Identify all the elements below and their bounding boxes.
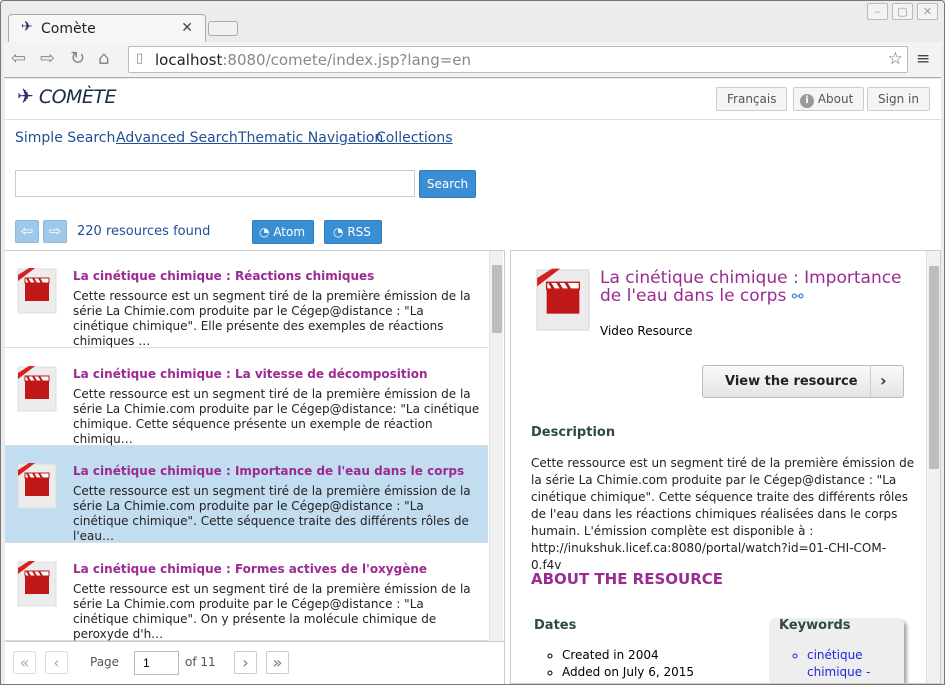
tab-title: Comète (41, 21, 96, 37)
results-scrollbar[interactable] (489, 251, 503, 641)
url-host: localhost (155, 51, 223, 69)
minimize-button[interactable]: – (867, 3, 888, 20)
result-description: Cette ressource est un segment tiré de l… (73, 484, 471, 543)
prev-page-button[interactable]: ‹ (45, 651, 68, 674)
dates-list: Created in 2004 Added on July 6, 2015 (562, 647, 694, 681)
info-icon: i (800, 94, 814, 108)
detail-title: La cinétique chimique : Importance de l'… (600, 269, 920, 306)
sign-in-button[interactable]: Sign in (867, 87, 930, 111)
first-page-button[interactable]: « (13, 651, 36, 674)
result-title[interactable]: La cinétique chimique : Importance de l'… (73, 464, 464, 478)
next-results-button[interactable]: ⇨ (43, 220, 67, 243)
date-added: Added on July 6, 2015 (562, 664, 694, 681)
page-count: of 11 (185, 655, 216, 669)
dates-heading: Dates (534, 618, 577, 633)
keywords-list: cinétique chimique - (807, 647, 877, 681)
nav-advanced-search[interactable]: Advanced Search (116, 130, 238, 146)
result-title[interactable]: La cinétique chimique : Réactions chimiq… (73, 269, 374, 283)
comet-favicon-icon: ✈ (21, 19, 33, 35)
new-tab-button[interactable] (208, 21, 238, 36)
french-language-button[interactable]: Français (716, 87, 788, 111)
bookmark-star-icon[interactable]: ☆ (888, 49, 903, 69)
page-icon: ▯ (136, 51, 144, 66)
resource-detail: La cinétique chimique : Importance de l'… (510, 250, 941, 684)
nav-simple-search[interactable]: Simple Search (15, 130, 115, 146)
share-graph-icon[interactable]: ⚯ (792, 289, 804, 305)
nav-thematic-navigation[interactable]: Thematic Navigation (238, 130, 383, 146)
address-bar[interactable]: ▯ localhost:8080/comete/index.jsp?lang=e… (128, 46, 908, 73)
previous-results-button[interactable]: ⇦ (15, 220, 39, 243)
view-resource-label: View the resource (725, 374, 858, 389)
result-description: Cette ressource est un segment tiré de l… (73, 386, 480, 446)
atom-label: Atom (273, 225, 306, 239)
page-label: Page (90, 655, 120, 669)
detail-title-text: La cinétique chimique : Importance de l'… (600, 268, 902, 306)
rss-feed-button[interactable]: ◔ RSS (324, 220, 382, 244)
back-icon[interactable]: ⇦ (11, 48, 26, 69)
chevron-right-icon: › (880, 371, 887, 390)
keyword-link[interactable]: cinétique chimique - (807, 648, 870, 679)
rss-label: RSS (347, 225, 371, 239)
scroll-thumb[interactable] (929, 266, 939, 469)
atom-feed-button[interactable]: ◔ Atom (252, 220, 315, 244)
url-path: :8080/comete/index.jsp?lang=en (222, 51, 472, 69)
menu-icon[interactable]: ≡ (916, 49, 930, 69)
result-description: Cette ressource est un segment tiré de l… (73, 289, 471, 348)
search-input[interactable] (15, 170, 415, 197)
about-button[interactable]: i About (793, 87, 865, 111)
resource-type: Video Resource (600, 324, 693, 338)
search-button[interactable]: Search (419, 170, 476, 198)
detail-scrollbar[interactable] (926, 251, 940, 683)
description-heading: Description (531, 425, 616, 440)
description-text: Cette ressource est un segment tiré de l… (531, 456, 915, 572)
video-resource-icon (15, 462, 59, 513)
page: ✈ COMÈTE Français i About Sign in Simple… (5, 79, 941, 684)
result-item[interactable]: La cinétique chimique : Formes actives d… (5, 544, 488, 641)
video-resource-icon (15, 560, 59, 611)
date-created: Created in 2004 (562, 647, 694, 664)
result-title[interactable]: La cinétique chimique : Formes actives d… (73, 562, 427, 576)
logo[interactable]: ✈ COMÈTE (17, 84, 117, 108)
view-resource-button[interactable]: View the resource › (702, 365, 904, 398)
browser-tab[interactable]: ✈ Comète ✕ (8, 14, 206, 42)
page-input[interactable] (134, 651, 179, 675)
results-list: La cinétique chimique : Réactions chimiq… (5, 250, 505, 684)
keywords-box: Keywords cinétique chimique - (769, 618, 904, 683)
results-count: 220 resources found (77, 224, 211, 239)
video-resource-icon (15, 267, 59, 318)
last-page-button[interactable]: » (266, 651, 289, 674)
scroll-thumb[interactable] (492, 265, 502, 333)
about-label: About (817, 92, 854, 106)
close-window-button[interactable]: ✕ (917, 3, 938, 20)
header-divider (5, 119, 941, 120)
keywords-heading: Keywords (779, 618, 851, 633)
feed-icon: ◔ (333, 225, 344, 239)
close-tab-icon[interactable]: ✕ (181, 20, 193, 36)
reload-icon[interactable]: ↻ (70, 48, 85, 69)
nav-collections[interactable]: Collections (376, 130, 453, 146)
maximize-button[interactable]: ▢ (892, 3, 913, 20)
result-item[interactable]: La cinétique chimique : Importance de l'… (5, 446, 488, 543)
result-item[interactable]: La cinétique chimique : La vitesse de dé… (5, 349, 488, 446)
result-item[interactable]: La cinétique chimique : Réactions chimiq… (5, 251, 488, 348)
result-description: Cette ressource est un segment tiré de l… (73, 581, 471, 641)
video-resource-icon (15, 365, 59, 416)
button-divider (870, 366, 871, 397)
result-title[interactable]: La cinétique chimique : La vitesse de dé… (73, 367, 428, 381)
feed-icon: ◔ (259, 225, 270, 239)
about-heading: ABOUT THE RESOURCE (531, 570, 724, 588)
comet-bird-icon: ✈ (17, 84, 34, 108)
home-icon[interactable]: ⌂ (98, 48, 109, 69)
next-page-button[interactable]: › (234, 651, 257, 674)
pagination: « ‹ Page of 11 › » (5, 641, 504, 684)
forward-icon[interactable]: ⇨ (40, 48, 55, 69)
logo-text: COMÈTE (38, 86, 117, 108)
video-resource-icon (533, 267, 593, 336)
